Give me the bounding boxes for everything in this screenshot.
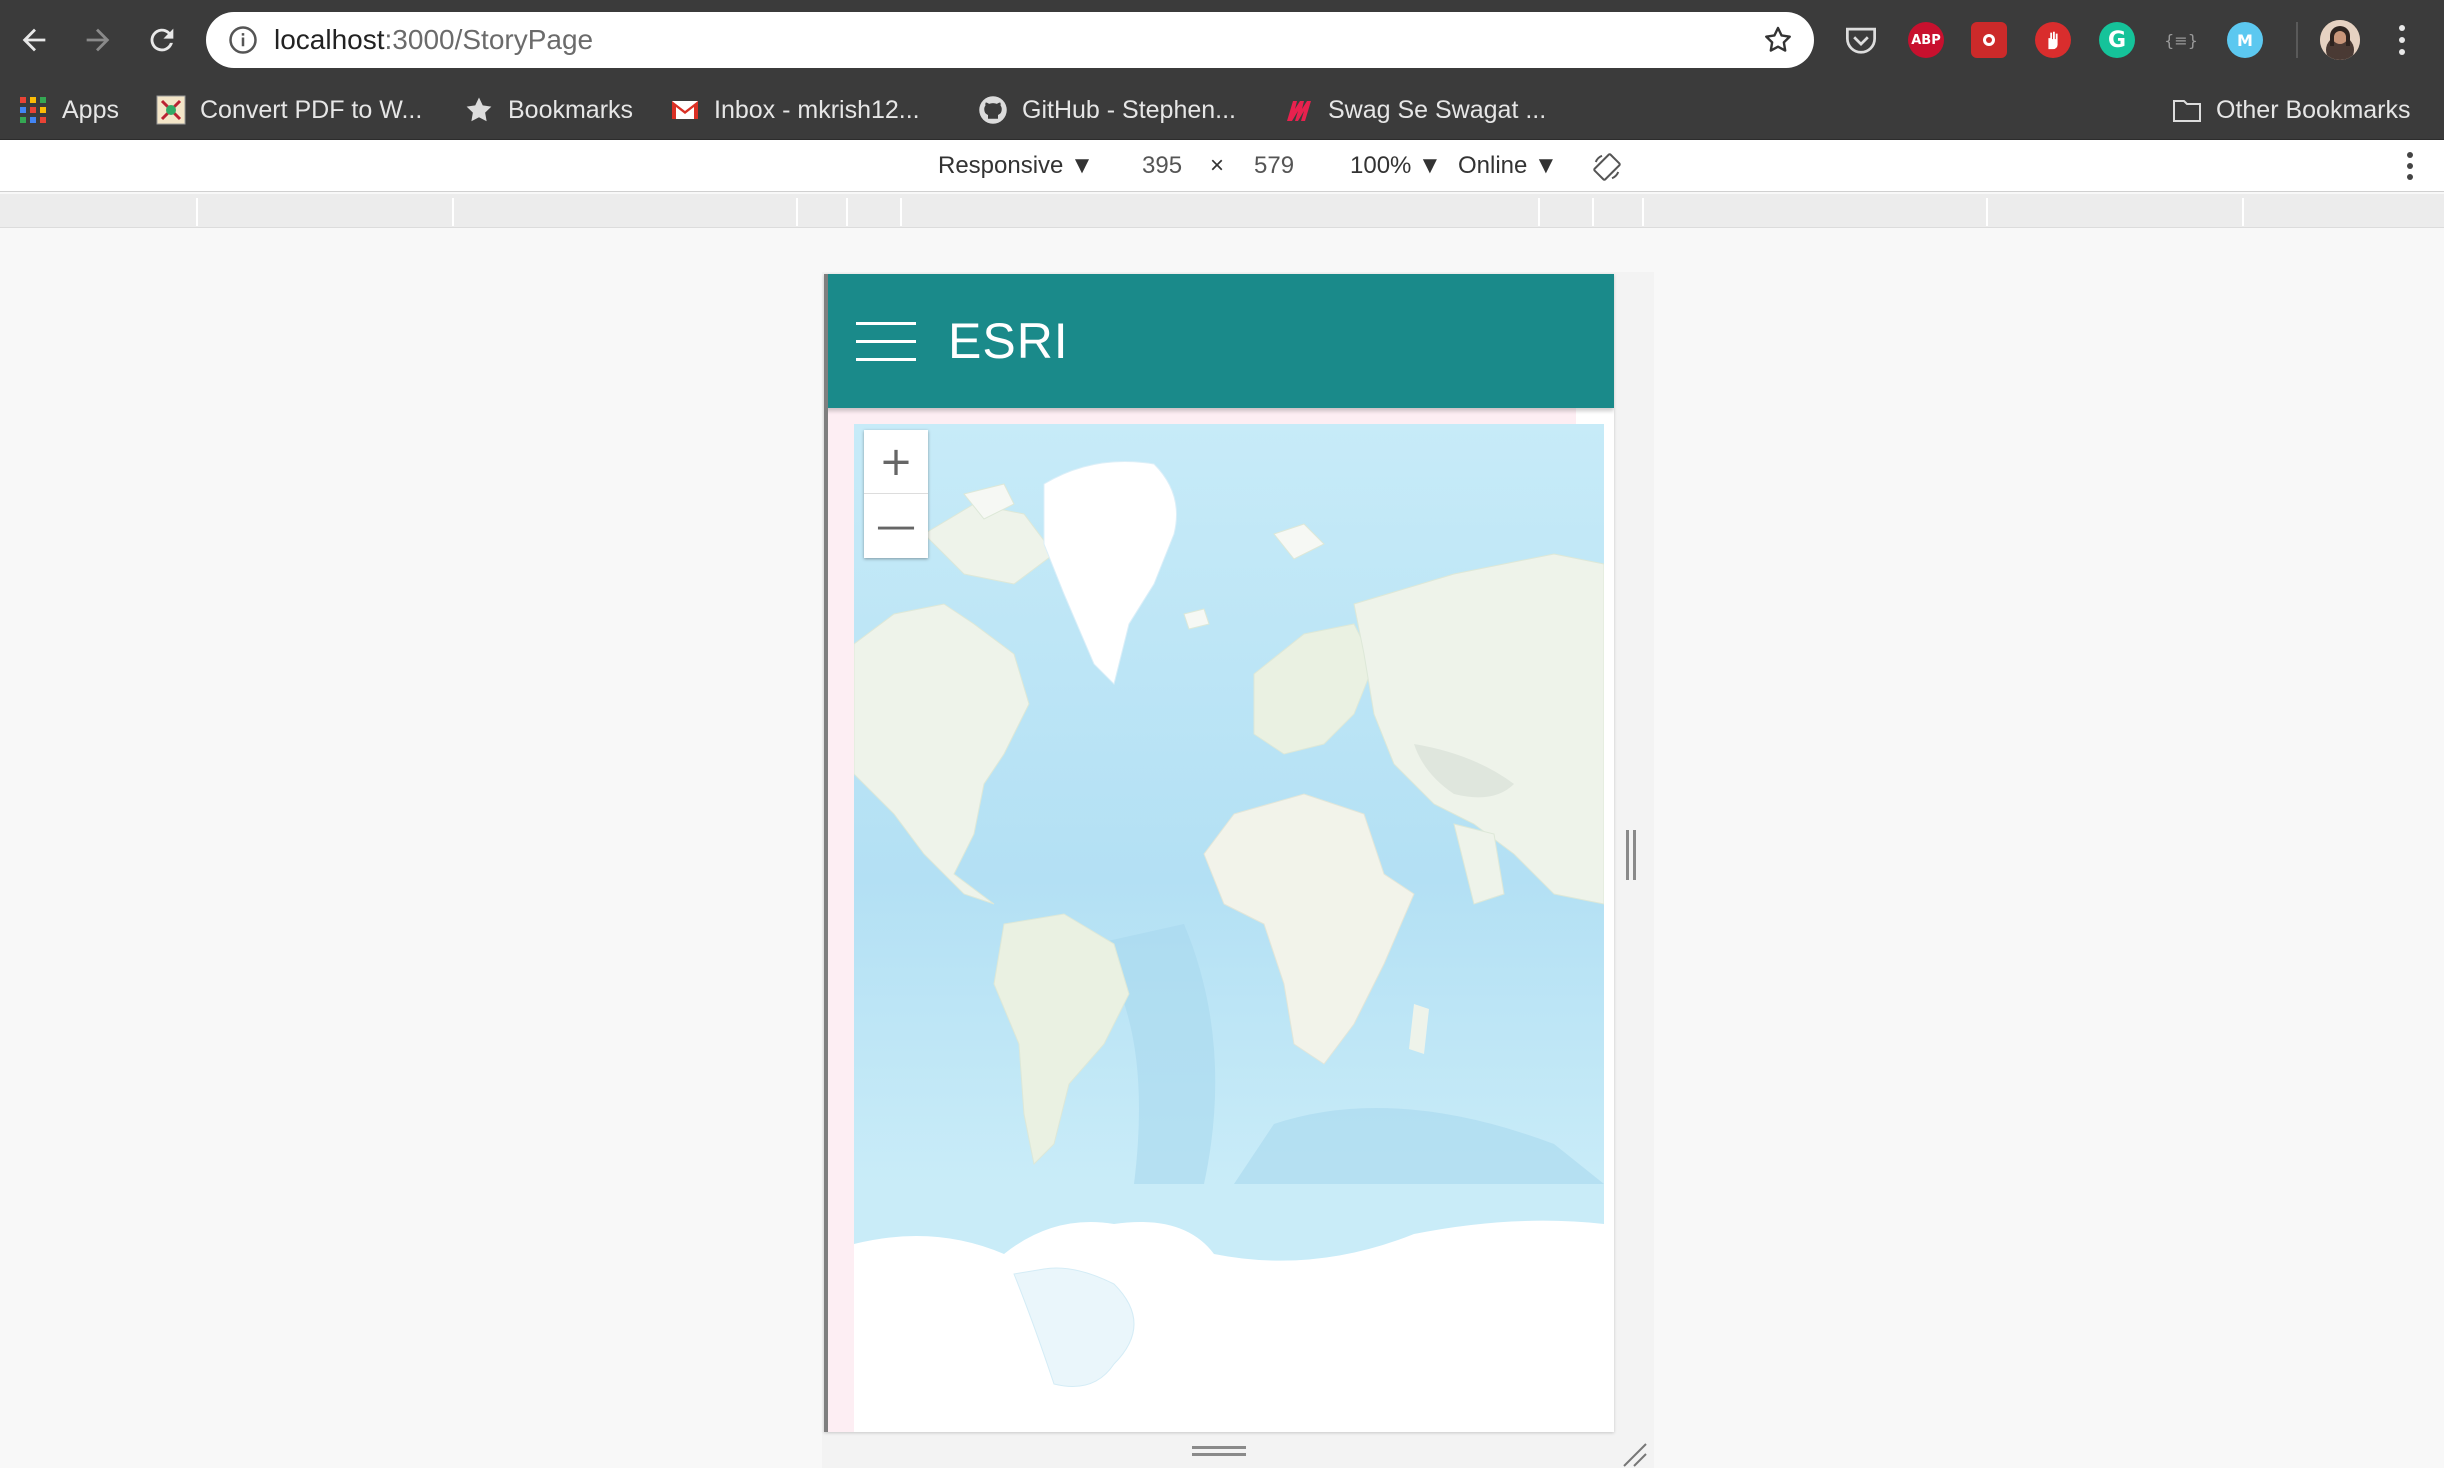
- ruler-tick: [196, 198, 198, 226]
- ruler-tick: [1592, 198, 1594, 226]
- bookmark-other[interactable]: Other Bookmarks: [2172, 80, 2411, 140]
- reload-icon: [150, 28, 174, 52]
- zoom-control: + —: [864, 430, 928, 558]
- url-host: localhost: [274, 24, 385, 55]
- pocket-icon[interactable]: [1843, 22, 1879, 58]
- ruler-tick: [1986, 198, 1988, 226]
- hamburger-menu-icon[interactable]: [856, 322, 916, 362]
- toolbar-divider: [2296, 22, 2298, 58]
- zoom-select[interactable]: 100% ▼: [1350, 140, 1442, 192]
- zoom-in-button[interactable]: +: [864, 430, 928, 494]
- drawer-edge-top: [828, 408, 1576, 424]
- back-arrow-icon: [22, 28, 46, 52]
- emulated-viewport: + — ESRI: [824, 274, 1614, 1432]
- json-formatter-icon[interactable]: {≡}: [2163, 22, 2199, 58]
- bookmark-bookmarks[interactable]: Bookmarks: [464, 80, 633, 140]
- folder-icon: [2173, 100, 2201, 122]
- esri-map[interactable]: + —: [854, 424, 1604, 1432]
- bookmark-label: Bookmarks: [508, 95, 634, 124]
- bookmark-label: GitHub - Stephen...: [1022, 95, 1237, 124]
- bookmark-inbox[interactable]: Inbox - mkrish12...: [670, 80, 920, 140]
- star-icon: [466, 97, 492, 122]
- swag-logo-icon: [1287, 101, 1311, 121]
- bookmark-apps[interactable]: Apps: [18, 80, 119, 140]
- extension-m-icon[interactable]: M: [2227, 22, 2263, 58]
- bookmark-label: Other Bookmarks: [2216, 95, 2411, 124]
- network-throttle-select[interactable]: Online ▼: [1458, 140, 1558, 192]
- info-icon[interactable]: [228, 25, 258, 55]
- apps-grid-icon: [20, 97, 46, 123]
- dimension-separator: ×: [1210, 152, 1225, 179]
- bookmark-github[interactable]: GitHub - Stephen...: [978, 80, 1236, 140]
- grammarly-icon[interactable]: G: [2099, 22, 2135, 58]
- device-toolbar: Responsive ▼ 395 × 579 100% ▼ Online ▼: [0, 140, 2444, 192]
- bookmarks-bar: Apps Convert PDF to W... Bookmarks Inbox…: [0, 80, 2444, 140]
- bookmark-label: Inbox - mkrish12...: [714, 95, 920, 124]
- rotate-icon[interactable]: [1592, 152, 1622, 182]
- app-title: ESRI: [948, 313, 1069, 369]
- ruler-tick: [846, 198, 848, 226]
- bookmark-label: Swag Se Swagat ...: [1328, 95, 1547, 124]
- bookmark-star-icon[interactable]: [1762, 24, 1794, 56]
- app-header: ESRI: [824, 274, 1614, 408]
- resize-handle-bottom[interactable]: [1192, 1446, 1246, 1458]
- device-mode-select[interactable]: Responsive ▼: [938, 140, 1094, 192]
- stop-hand-icon[interactable]: [2035, 22, 2071, 58]
- resize-corner-icon[interactable]: [1620, 1440, 1648, 1468]
- forward-button[interactable]: [72, 14, 124, 66]
- drawer-edge: [828, 408, 856, 1432]
- media-query-bar[interactable]: [0, 194, 2444, 228]
- bookmark-label: Convert PDF to W...: [200, 95, 423, 124]
- url-path: :3000/StoryPage: [384, 24, 594, 55]
- back-button[interactable]: [8, 14, 60, 66]
- abp-icon[interactable]: ABP: [1908, 22, 1944, 58]
- forward-arrow-icon: [86, 28, 110, 52]
- viewport-left-edge: [824, 274, 828, 1432]
- browser-toolbar: localhost:3000/StoryPage ABP G {≡} M: [0, 0, 2444, 80]
- bookmark-swag[interactable]: Swag Se Swagat ...: [1284, 80, 1546, 140]
- device-more-icon[interactable]: [2404, 150, 2416, 182]
- pdf-converter-icon: [156, 95, 186, 125]
- viewport-width-input[interactable]: 395: [1142, 140, 1182, 192]
- ruler-tick: [2242, 198, 2244, 226]
- zoom-out-button[interactable]: —: [864, 494, 928, 558]
- gmail-icon: [672, 101, 698, 119]
- resize-handle-right[interactable]: [1626, 830, 1638, 880]
- ruler-tick: [796, 198, 798, 226]
- ruler-tick: [1538, 198, 1540, 226]
- browser-menu-icon[interactable]: [2396, 22, 2408, 58]
- bookmark-convert-pdf[interactable]: Convert PDF to W...: [156, 80, 422, 140]
- profile-avatar[interactable]: [2320, 20, 2360, 60]
- bookmark-label: Apps: [62, 95, 119, 124]
- url-text: localhost:3000/StoryPage: [274, 25, 593, 55]
- address-bar[interactable]: localhost:3000/StoryPage: [206, 12, 1814, 68]
- reload-button[interactable]: [136, 14, 188, 66]
- viewport-height-input[interactable]: 579: [1254, 140, 1294, 192]
- github-icon: [979, 96, 1007, 124]
- ruler-tick: [452, 198, 454, 226]
- ruler-tick: [1642, 198, 1644, 226]
- world-map-basemap: [854, 424, 1604, 1432]
- ruler-tick: [900, 198, 902, 226]
- extension-red-icon[interactable]: [1971, 22, 2007, 58]
